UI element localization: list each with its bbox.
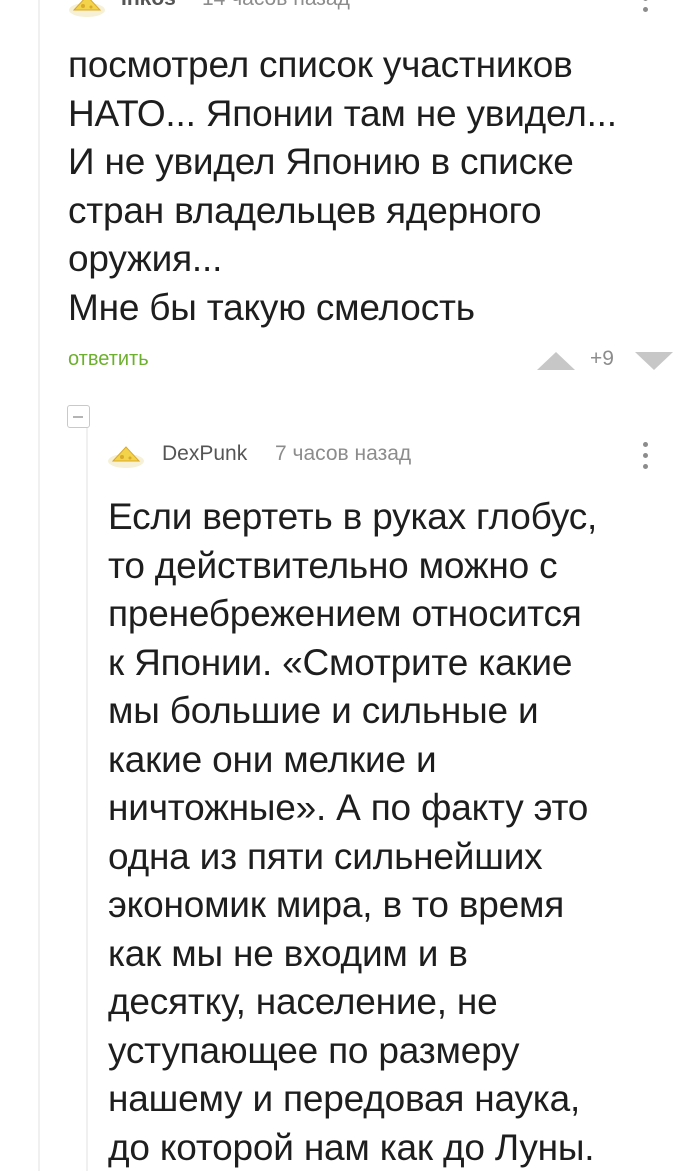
- avatar-icon[interactable]: [68, 0, 106, 18]
- comment-text: посмотрел список участников НАТО... Япон…: [68, 44, 617, 328]
- reply-button[interactable]: ответить: [68, 348, 149, 371]
- comment-timestamp: 7 часов назад: [275, 442, 412, 465]
- comment-text: Если вертеть в руках глобус, то действит…: [108, 496, 598, 1168]
- comment-username[interactable]: Inkos: [121, 0, 176, 11]
- comment-rating: +9: [590, 347, 614, 370]
- thread-line: [38, 0, 40, 1171]
- vote-down-icon[interactable]: [635, 352, 673, 370]
- vote-up-icon[interactable]: [537, 352, 575, 370]
- comment-username[interactable]: DexPunk: [162, 442, 247, 466]
- comment-timestamp: 14 часов назад: [202, 0, 350, 11]
- more-options-icon[interactable]: [641, 442, 651, 475]
- collapse-thread-icon[interactable]: [67, 405, 90, 428]
- more-options-icon[interactable]: [641, 0, 651, 18]
- thread-line: [86, 428, 88, 1171]
- avatar-icon[interactable]: [107, 439, 145, 469]
